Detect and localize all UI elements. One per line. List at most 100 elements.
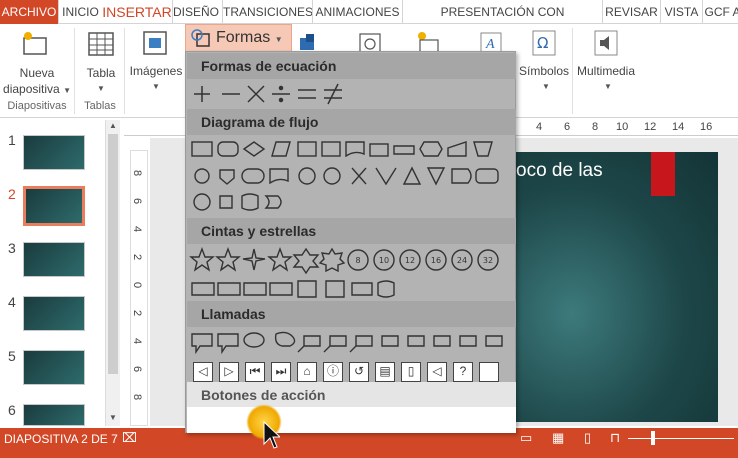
imagenes-label[interactable]: Imágenes	[128, 64, 184, 78]
slide-thumbnail-1[interactable]	[23, 135, 85, 170]
action-return-button[interactable]: ↺	[349, 362, 369, 382]
ruler-label: 4	[131, 225, 144, 233]
ruler-label: 6	[564, 121, 571, 133]
group-tablas: Tablas	[84, 100, 116, 112]
slideshow-icon[interactable]: ⊓	[610, 430, 620, 446]
tab-animaciones[interactable]: ANIMACIONES	[312, 0, 402, 24]
scroll-up-icon[interactable]: ▲	[106, 120, 120, 132]
action-help-button[interactable]: ?	[453, 362, 473, 382]
scroll-down-icon[interactable]: ▼	[106, 412, 120, 424]
action-next-button[interactable]: ▷	[219, 362, 239, 382]
slide-thumbnail-6[interactable]	[23, 404, 85, 426]
ruler-label: 6	[131, 197, 144, 205]
slide-thumbnail-3[interactable]	[23, 242, 85, 277]
svg-text:Ω: Ω	[537, 34, 548, 52]
spellcheck-icon[interactable]: ⌧	[122, 430, 137, 446]
reading-view-icon[interactable]: ▯	[584, 430, 591, 446]
scrollbar-thumb[interactable]	[108, 134, 118, 374]
section-formas-ecuacion: Formas de ecuación	[187, 53, 516, 79]
nueva-label-1[interactable]: Nueva	[12, 66, 62, 80]
plus-shape-icon	[194, 86, 210, 102]
powerpoint-window: ARCHIVO INICIO INSERTAR DISEÑO TRANSICIO…	[0, 0, 738, 458]
multiply-shape-icon	[247, 85, 265, 103]
slide-red-accent	[651, 152, 675, 196]
action-end-button[interactable]: ⏭	[271, 362, 291, 382]
action-info-button[interactable]: ⓘ	[323, 362, 343, 382]
thumbnails-scrollbar[interactable]: ▲ ▼	[105, 120, 120, 426]
tab-transiciones[interactable]: TRANSICIONES	[222, 0, 313, 24]
svg-text:24: 24	[457, 256, 467, 265]
ruler-label: 4	[131, 337, 144, 345]
stars-banners-shapes[interactable]: 8 10 12 16 24 32	[186, 245, 515, 301]
tab-revisar[interactable]: REVISAR	[602, 0, 660, 24]
action-start-button[interactable]: ⏮	[245, 362, 265, 382]
speaker-icon	[594, 30, 618, 56]
table-icon	[88, 32, 114, 56]
svg-text:10: 10	[379, 256, 389, 265]
thumbnail-number: 1	[8, 132, 16, 148]
action-back-button[interactable]: ◁	[193, 362, 213, 382]
group-diapositivas: Diapositivas	[7, 100, 67, 112]
slide-title[interactable]: oco de las	[516, 160, 603, 182]
action-buttons-row	[187, 407, 516, 433]
ruler-label: 8	[131, 169, 144, 177]
ruler-label: 12	[644, 121, 657, 133]
ruler-label: 8	[592, 121, 599, 133]
action-document-button[interactable]: ▯	[401, 362, 421, 382]
action-movie-button[interactable]: ▤	[375, 362, 395, 382]
ruler-label: 0	[131, 281, 144, 289]
svg-text:12: 12	[405, 256, 415, 265]
ruler-label: 8	[131, 393, 144, 401]
nueva-label-2[interactable]: diapositiva ▼	[2, 82, 72, 96]
not-equal-shape-icon	[324, 83, 342, 105]
ribbon-separator	[124, 28, 125, 114]
images-icon	[143, 31, 167, 55]
tab-archivo[interactable]: ARCHIVO	[0, 0, 58, 24]
slide-sorter-icon[interactable]: ▦	[552, 430, 564, 446]
tabla-label[interactable]: Tabla	[80, 66, 122, 80]
ruler-label: 10	[616, 121, 629, 133]
equation-shapes[interactable]	[186, 80, 515, 108]
simbolos-label[interactable]: Símbolos	[514, 64, 574, 78]
shapes-icon	[191, 29, 210, 47]
slide-thumbnail-5[interactable]	[23, 350, 85, 385]
nueva-label-2-text[interactable]: diapositiva	[3, 82, 60, 96]
action-custom-button[interactable]	[479, 362, 499, 382]
formas-button[interactable]: Formas ▼	[185, 24, 292, 52]
chevron-down-icon: ▼	[274, 35, 283, 44]
chevron-down-icon: ▼	[604, 82, 612, 91]
thumbnail-number: 5	[8, 348, 16, 364]
slide-thumbnail-4[interactable]	[23, 296, 85, 331]
svg-text:A: A	[485, 37, 495, 52]
svg-text:32: 32	[483, 256, 493, 265]
tab-presentacion[interactable]: PRESENTACIÓN CON DIAPOSITIVAS	[402, 0, 602, 43]
chevron-down-icon: ▼	[542, 82, 550, 91]
chevron-down-icon: ▼	[152, 82, 160, 91]
slide-thumbnail-2[interactable]	[23, 186, 85, 226]
tab-diseno[interactable]: DISEÑO	[172, 0, 219, 24]
section-diagrama-flujo: Diagrama de flujo	[187, 109, 516, 135]
tab-vista[interactable]: VISTA	[660, 0, 702, 24]
chevron-down-icon: ▼	[97, 84, 105, 93]
section-cintas-estrellas: Cintas y estrellas	[187, 218, 516, 244]
thumbnail-number: 6	[8, 402, 16, 418]
formas-label[interactable]: Formas	[216, 29, 270, 46]
section-llamadas: Llamadas	[187, 301, 516, 327]
zoom-slider-track[interactable]	[628, 438, 734, 439]
multimedia-label[interactable]: Multimedia	[572, 64, 640, 78]
vertical-ruler: 8 6 4 2 0 2 4 6 8	[130, 150, 148, 426]
thumbnail-number: 3	[8, 240, 16, 256]
svg-text:16: 16	[431, 256, 441, 265]
current-slide[interactable]	[510, 152, 718, 422]
action-home-button[interactable]: ⌂	[297, 362, 317, 382]
flowchart-shapes[interactable]	[186, 136, 515, 216]
slide-counter: DIAPOSITIVA 2 DE 7	[4, 432, 118, 446]
tab-insertar[interactable]: INSERTAR	[102, 0, 172, 24]
action-sound-button[interactable]: ◁	[427, 362, 447, 382]
tab-gcf[interactable]: GCF A	[702, 0, 738, 24]
tab-inicio[interactable]: INICIO	[58, 0, 102, 24]
normal-view-icon[interactable]: ▭	[520, 430, 532, 446]
zoom-slider-knob[interactable]	[651, 431, 655, 445]
ruler-label: 2	[131, 309, 144, 317]
chevron-down-icon: ▼	[63, 86, 71, 95]
